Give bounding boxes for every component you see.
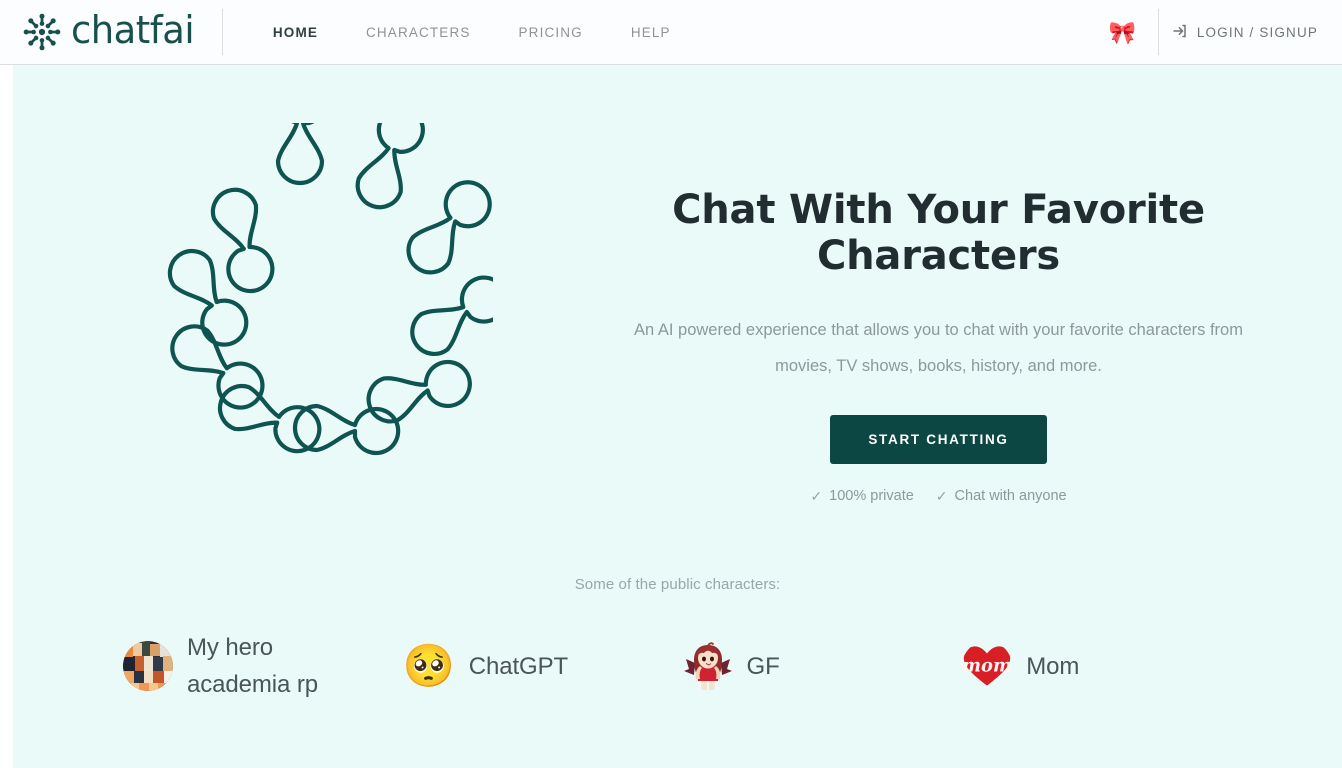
character-card-my-hero-academia-rp[interactable]: My hero academia rp [123, 629, 403, 703]
page-body: Chat With Your Favorite Characters An AI… [0, 65, 1342, 768]
check-icon: ✓ [935, 487, 948, 504]
trust-item-anyone: ✓ Chat with anyone [936, 488, 1067, 504]
header-actions: 🎀 LOGIN / SIGNUP [1098, 9, 1328, 55]
public-characters-label: Some of the public characters: [574, 575, 781, 593]
character-name: Mom [1026, 652, 1080, 680]
character-card-gf[interactable]: GF [683, 629, 963, 703]
site-header: chatfai HOME CHARACTERS PRICING HELP 🎀 L… [0, 0, 1342, 65]
character-card-mom[interactable]: mom Mom [962, 629, 1242, 703]
page-title: Chat With Your Favorite Characters [672, 187, 1205, 279]
login-signup-button[interactable]: LOGIN / SIGNUP [1173, 23, 1328, 42]
ribbon-icon[interactable]: 🎀 [1098, 22, 1145, 44]
header-actions-divider [1157, 9, 1159, 55]
nav-item-help[interactable]: HELP [607, 19, 695, 46]
character-name: My hero academia rp [187, 633, 318, 699]
start-chatting-button[interactable]: START CHATTING [830, 414, 1047, 464]
sign-in-icon [1173, 23, 1189, 42]
hero-subtitle: An AI powered experience that allows you… [634, 321, 1243, 375]
brand-wordmark: chatfai [71, 8, 195, 52]
anime-girl-red-dress-avatar-icon [683, 641, 733, 691]
login-signup-label: LOGIN / SIGNUP [1196, 24, 1318, 40]
trust-indicators: ✓ 100% private ✓ Chat with anyone [593, 488, 1284, 504]
header-divider [221, 9, 223, 55]
character-name: GF [746, 652, 780, 680]
character-name: ChatGPT [468, 652, 569, 680]
main-navigation: HOME CHARACTERS PRICING HELP [249, 19, 695, 46]
anime-crowd-avatar-icon [123, 641, 173, 692]
trust-label-private: 100% private [829, 487, 914, 504]
nav-item-characters[interactable]: CHARACTERS [342, 19, 495, 46]
trust-label-anyone: Chat with anyone [954, 487, 1067, 504]
hero-copy: Chat With Your Favorite Characters An AI… [593, 105, 1342, 504]
public-characters-row: My hero academia rp 🥺 ChatGPT GF mom Mom [13, 629, 1342, 703]
pleading-face-emoji-icon: 🥺 [402, 642, 456, 690]
svg-text:mom: mom [962, 655, 1012, 676]
character-card-chatgpt[interactable]: 🥺 ChatGPT [403, 629, 683, 703]
brand-logo[interactable]: chatfai [22, 11, 198, 53]
trust-item-private: ✓ 100% private [810, 488, 913, 504]
check-icon: ✓ [810, 487, 823, 504]
nav-item-pricing[interactable]: PRICING [495, 19, 607, 46]
hero-illustration [13, 105, 593, 483]
hero-section: Chat With Your Favorite Characters An AI… [13, 65, 1342, 768]
chatfai-molecule-logo-icon [22, 12, 62, 52]
cta-container: START CHATTING [593, 414, 1284, 464]
nav-item-home[interactable]: HOME [249, 19, 342, 46]
molecule-ring-illustration-icon [113, 123, 493, 483]
hero-container: Chat With Your Favorite Characters An AI… [13, 65, 1342, 504]
red-heart-mom-avatar-icon: mom [962, 641, 1012, 691]
